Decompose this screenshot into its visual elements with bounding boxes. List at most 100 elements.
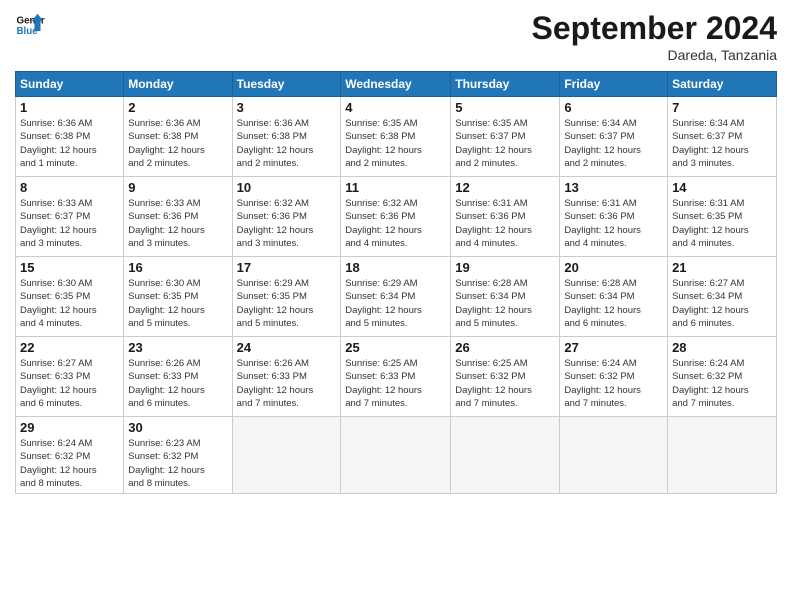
- table-row: 4 Sunrise: 6:35 AM Sunset: 6:38 PM Daylig…: [341, 97, 451, 177]
- day-info: Sunrise: 6:24 AM Sunset: 6:32 PM Dayligh…: [564, 357, 663, 410]
- col-thursday: Thursday: [451, 72, 560, 97]
- day-info: Sunrise: 6:30 AM Sunset: 6:35 PM Dayligh…: [20, 277, 119, 330]
- day-info: Sunrise: 6:31 AM Sunset: 6:36 PM Dayligh…: [455, 197, 555, 250]
- day-number: 27: [564, 340, 663, 355]
- day-number: 5: [455, 100, 555, 115]
- col-monday: Monday: [124, 72, 232, 97]
- col-friday: Friday: [560, 72, 668, 97]
- day-info: Sunrise: 6:34 AM Sunset: 6:37 PM Dayligh…: [564, 117, 663, 170]
- table-row: [668, 417, 777, 494]
- day-number: 26: [455, 340, 555, 355]
- day-number: 9: [128, 180, 227, 195]
- logo: General Blue: [15, 10, 45, 40]
- day-info: Sunrise: 6:36 AM Sunset: 6:38 PM Dayligh…: [20, 117, 119, 170]
- page: General Blue September 2024 Dareda, Tanz…: [0, 0, 792, 612]
- table-row: 19Sunrise: 6:28 AM Sunset: 6:34 PM Dayli…: [451, 257, 560, 337]
- day-number: 19: [455, 260, 555, 275]
- day-number: 11: [345, 180, 446, 195]
- table-row: 9 Sunrise: 6:33 AM Sunset: 6:36 PM Daylig…: [124, 177, 232, 257]
- table-row: 27 Sunrise: 6:24 AM Sunset: 6:32 PM Dayli…: [560, 337, 668, 417]
- day-number: 17: [237, 260, 337, 275]
- day-info: Sunrise: 6:32 AM Sunset: 6:36 PM Dayligh…: [345, 197, 446, 250]
- table-row: 12 Sunrise: 6:31 AM Sunset: 6:36 PM Dayli…: [451, 177, 560, 257]
- table-row: 14 Sunrise: 6:31 AM Sunset: 6:35 PM Dayli…: [668, 177, 777, 257]
- day-info: Sunrise: 6:29 AM Sunset: 6:34 PM Dayligh…: [345, 277, 446, 330]
- day-info: Sunrise: 6:25 AM Sunset: 6:33 PM Dayligh…: [345, 357, 446, 410]
- day-number: 15: [20, 260, 119, 275]
- col-saturday: Saturday: [668, 72, 777, 97]
- table-row: 8 Sunrise: 6:33 AM Sunset: 6:37 PM Daylig…: [16, 177, 124, 257]
- table-row: 5 Sunrise: 6:35 AM Sunset: 6:37 PM Daylig…: [451, 97, 560, 177]
- table-row: 17 Sunrise: 6:29 AM Sunset: 6:35 PM Dayli…: [232, 257, 341, 337]
- day-info: Sunrise: 6:26 AM Sunset: 6:33 PM Dayligh…: [128, 357, 227, 410]
- location: Dareda, Tanzania: [532, 47, 777, 63]
- day-info: Sunrise: 6:33 AM Sunset: 6:37 PM Dayligh…: [20, 197, 119, 250]
- day-info: Sunrise: 6:23 AM Sunset: 6:32 PM Dayligh…: [128, 437, 227, 490]
- table-row: 15 Sunrise: 6:30 AM Sunset: 6:35 PM Dayli…: [16, 257, 124, 337]
- day-number: 28: [672, 340, 772, 355]
- day-info: Sunrise: 6:29 AM Sunset: 6:35 PM Dayligh…: [237, 277, 337, 330]
- table-row: 23 Sunrise: 6:26 AM Sunset: 6:33 PM Dayli…: [124, 337, 232, 417]
- day-info: Sunrise: 6:33 AM Sunset: 6:36 PM Dayligh…: [128, 197, 227, 250]
- day-number: 3: [237, 100, 337, 115]
- table-row: 28 Sunrise: 6:24 AM Sunset: 6:32 PM Dayli…: [668, 337, 777, 417]
- day-info: Sunrise: 6:27 AM Sunset: 6:33 PM Dayligh…: [20, 357, 119, 410]
- table-row: 3 Sunrise: 6:36 AM Sunset: 6:38 PM Daylig…: [232, 97, 341, 177]
- table-row: [232, 417, 341, 494]
- day-info: Sunrise: 6:34 AM Sunset: 6:37 PM Dayligh…: [672, 117, 772, 170]
- table-row: 30 Sunrise: 6:23 AM Sunset: 6:32 PM Dayli…: [124, 417, 232, 494]
- day-info: Sunrise: 6:25 AM Sunset: 6:32 PM Dayligh…: [455, 357, 555, 410]
- day-info: Sunrise: 6:32 AM Sunset: 6:36 PM Dayligh…: [237, 197, 337, 250]
- day-info: Sunrise: 6:24 AM Sunset: 6:32 PM Dayligh…: [672, 357, 772, 410]
- table-row: 20Sunrise: 6:28 AM Sunset: 6:34 PM Dayli…: [560, 257, 668, 337]
- day-number: 4: [345, 100, 446, 115]
- table-row: 11 Sunrise: 6:32 AM Sunset: 6:36 PM Dayli…: [341, 177, 451, 257]
- day-number: 22: [20, 340, 119, 355]
- day-info: Sunrise: 6:31 AM Sunset: 6:36 PM Dayligh…: [564, 197, 663, 250]
- day-number: 16: [128, 260, 227, 275]
- table-row: [341, 417, 451, 494]
- day-info: Sunrise: 6:30 AM Sunset: 6:35 PM Dayligh…: [128, 277, 227, 330]
- day-number: 1: [20, 100, 119, 115]
- day-number: 24: [237, 340, 337, 355]
- day-number: 23: [128, 340, 227, 355]
- calendar: Sunday Monday Tuesday Wednesday Thursday…: [15, 71, 777, 494]
- table-row: 18 Sunrise: 6:29 AM Sunset: 6:34 PM Dayli…: [341, 257, 451, 337]
- table-row: 29Sunrise: 6:24 AM Sunset: 6:32 PM Dayli…: [16, 417, 124, 494]
- day-number: 12: [455, 180, 555, 195]
- day-number: 29: [20, 420, 119, 435]
- day-number: 10: [237, 180, 337, 195]
- logo-icon: General Blue: [15, 10, 45, 40]
- col-wednesday: Wednesday: [341, 72, 451, 97]
- table-row: 10 Sunrise: 6:32 AM Sunset: 6:36 PM Dayli…: [232, 177, 341, 257]
- day-info: Sunrise: 6:36 AM Sunset: 6:38 PM Dayligh…: [128, 117, 227, 170]
- day-number: 18: [345, 260, 446, 275]
- day-info: Sunrise: 6:36 AM Sunset: 6:38 PM Dayligh…: [237, 117, 337, 170]
- day-number: 6: [564, 100, 663, 115]
- table-row: 24 Sunrise: 6:26 AM Sunset: 6:33 PM Dayli…: [232, 337, 341, 417]
- table-row: [451, 417, 560, 494]
- table-row: 2 Sunrise: 6:36 AM Sunset: 6:38 PM Daylig…: [124, 97, 232, 177]
- table-row: [560, 417, 668, 494]
- day-number: 2: [128, 100, 227, 115]
- table-row: 13 Sunrise: 6:31 AM Sunset: 6:36 PM Dayli…: [560, 177, 668, 257]
- month-title: September 2024: [532, 10, 777, 47]
- day-number: 30: [128, 420, 227, 435]
- header-row: Sunday Monday Tuesday Wednesday Thursday…: [16, 72, 777, 97]
- table-row: 26 Sunrise: 6:25 AM Sunset: 6:32 PM Dayli…: [451, 337, 560, 417]
- day-info: Sunrise: 6:27 AM Sunset: 6:34 PM Dayligh…: [672, 277, 772, 330]
- col-sunday: Sunday: [16, 72, 124, 97]
- day-number: 8: [20, 180, 119, 195]
- table-row: 16 Sunrise: 6:30 AM Sunset: 6:35 PM Dayli…: [124, 257, 232, 337]
- day-number: 14: [672, 180, 772, 195]
- day-number: 20: [564, 260, 663, 275]
- day-number: 13: [564, 180, 663, 195]
- day-info: Sunrise: 6:35 AM Sunset: 6:37 PM Dayligh…: [455, 117, 555, 170]
- table-row: 22 Sunrise: 6:27 AM Sunset: 6:33 PM Dayli…: [16, 337, 124, 417]
- header: General Blue September 2024 Dareda, Tanz…: [15, 10, 777, 63]
- day-info: Sunrise: 6:26 AM Sunset: 6:33 PM Dayligh…: [237, 357, 337, 410]
- day-info: Sunrise: 6:31 AM Sunset: 6:35 PM Dayligh…: [672, 197, 772, 250]
- day-number: 7: [672, 100, 772, 115]
- title-block: September 2024 Dareda, Tanzania: [532, 10, 777, 63]
- day-info: Sunrise: 6:35 AM Sunset: 6:38 PM Dayligh…: [345, 117, 446, 170]
